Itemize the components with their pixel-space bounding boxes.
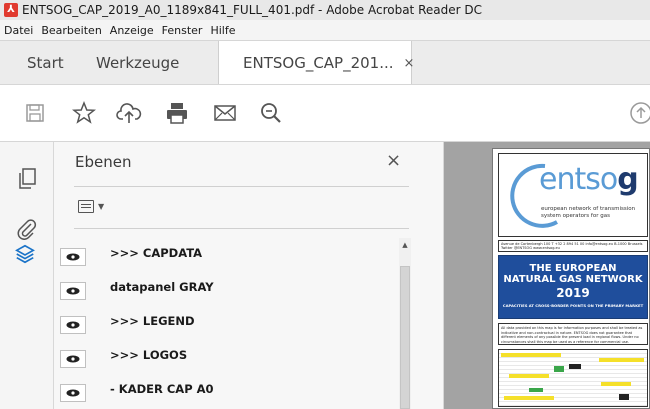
layer-row-logos[interactable]: >>> LOGOS — [58, 340, 403, 374]
tab-start[interactable]: Start — [27, 41, 64, 85]
layer-label: >>> LOGOS — [110, 348, 188, 362]
layer-row-legend[interactable]: >>> LEGEND — [58, 306, 403, 340]
print-icon[interactable] — [162, 98, 192, 128]
table-highlight — [529, 388, 543, 392]
capacity-table — [498, 349, 648, 407]
table-highlight — [619, 394, 629, 400]
title-bar: ⅄ ENTSOG_CAP_2019_A0_1189x841_FULL_401.p… — [0, 0, 650, 20]
heading-subtitle: CAPACITIES AT CROSS-BORDER POINTS ON THE… — [502, 303, 644, 308]
acrobat-icon: ⅄ — [4, 3, 18, 17]
panel-title: Ebenen — [75, 153, 132, 171]
logo-subtitle: european network of transmission system … — [541, 206, 636, 219]
heading-line-2: NATURAL GAS NETWORK — [503, 274, 643, 285]
logo: entsog — [539, 162, 639, 197]
upload-cloud-icon[interactable] — [114, 98, 144, 128]
save-icon[interactable] — [20, 98, 50, 128]
layers-panel: Ebenen × ▼ >>> CAPDATA datapanel GRAY >>… — [54, 142, 444, 409]
layers-icon[interactable] — [14, 243, 36, 265]
layer-label: - KADER CAP A0 — [110, 382, 214, 396]
menu-fenster[interactable]: Fenster — [162, 24, 203, 37]
menu-anzeige[interactable]: Anzeige — [110, 24, 154, 37]
tab-document[interactable]: ENTSOG_CAP_201... × — [218, 41, 415, 85]
tab-bar: Start Werkzeuge ENTSOG_CAP_201... × — [0, 40, 650, 85]
attachments-icon[interactable] — [16, 218, 38, 240]
divider — [74, 186, 409, 187]
logo-panel: entsog european network of transmission … — [498, 153, 648, 237]
options-icon — [78, 200, 94, 213]
document-view[interactable]: entsog european network of transmission … — [444, 142, 650, 409]
zoom-icon[interactable] — [256, 98, 286, 128]
layer-row-datapanel-gray[interactable]: datapanel GRAY — [58, 272, 403, 306]
pages-icon[interactable] — [16, 168, 38, 190]
layer-label: >>> LEGEND — [110, 314, 195, 328]
eye-icon[interactable] — [60, 384, 86, 402]
scroll-up-icon[interactable]: ▲ — [399, 238, 411, 252]
menu-bar: Datei Bearbeiten Anzeige Fenster Hilfe — [0, 20, 650, 40]
help-icon[interactable] — [626, 98, 650, 128]
bookmark-star-icon[interactable] — [69, 98, 99, 128]
map-heading: THE EUROPEAN NATURAL GAS NETWORK 2019 CA… — [498, 255, 648, 319]
eye-icon[interactable] — [60, 282, 86, 300]
layer-options-button[interactable]: ▼ — [78, 200, 104, 213]
table-highlight — [554, 366, 564, 372]
table-highlight — [504, 396, 554, 400]
layer-label: >>> CAPDATA — [110, 246, 203, 260]
eye-icon[interactable] — [60, 248, 86, 266]
heading-line-1: THE EUROPEAN — [529, 263, 617, 274]
layer-label: datapanel GRAY — [110, 280, 214, 294]
pdf-page[interactable]: entsog european network of transmission … — [492, 148, 650, 409]
table-highlight — [569, 364, 581, 369]
disclaimer-text: All data provided on this map is for inf… — [498, 323, 648, 345]
table-highlight — [501, 353, 561, 357]
tab-start-label: Start — [27, 54, 64, 72]
toolbar — [0, 84, 650, 142]
table-highlight — [601, 382, 631, 386]
menu-bearbeiten[interactable]: Bearbeiten — [41, 24, 101, 37]
chevron-down-icon: ▼ — [98, 202, 105, 211]
eye-icon[interactable] — [60, 350, 86, 368]
layer-row-kader-cap-a0[interactable]: - KADER CAP A0 — [58, 374, 403, 408]
tab-tools-label: Werkzeuge — [96, 54, 180, 72]
layer-list: >>> CAPDATA datapanel GRAY >>> LEGEND >>… — [58, 238, 403, 409]
scrollbar-thumb[interactable] — [400, 266, 410, 409]
table-highlight — [509, 374, 549, 378]
menu-hilfe[interactable]: Hilfe — [210, 24, 235, 37]
layer-row-capdata[interactable]: >>> CAPDATA — [58, 238, 403, 272]
tab-close-icon[interactable]: × — [404, 56, 415, 71]
layer-list-scrollbar[interactable]: ▲ — [399, 238, 411, 409]
heading-year: 2019 — [556, 286, 590, 300]
tab-tools[interactable]: Werkzeuge — [96, 41, 179, 85]
table-highlight — [599, 358, 644, 362]
email-icon[interactable] — [210, 98, 240, 128]
navigation-rail — [0, 142, 54, 409]
panel-close-icon[interactable]: × — [386, 150, 401, 171]
eye-icon[interactable] — [60, 316, 86, 334]
divider — [74, 228, 409, 229]
menu-datei[interactable]: Datei — [4, 24, 33, 37]
tab-document-label: ENTSOG_CAP_201... — [243, 54, 394, 72]
window-title: ENTSOG_CAP_2019_A0_1189x841_FULL_401.pdf… — [22, 3, 482, 17]
contact-info: Avenue de Cortenbergh 100 T +32 2 894 51… — [498, 240, 648, 252]
